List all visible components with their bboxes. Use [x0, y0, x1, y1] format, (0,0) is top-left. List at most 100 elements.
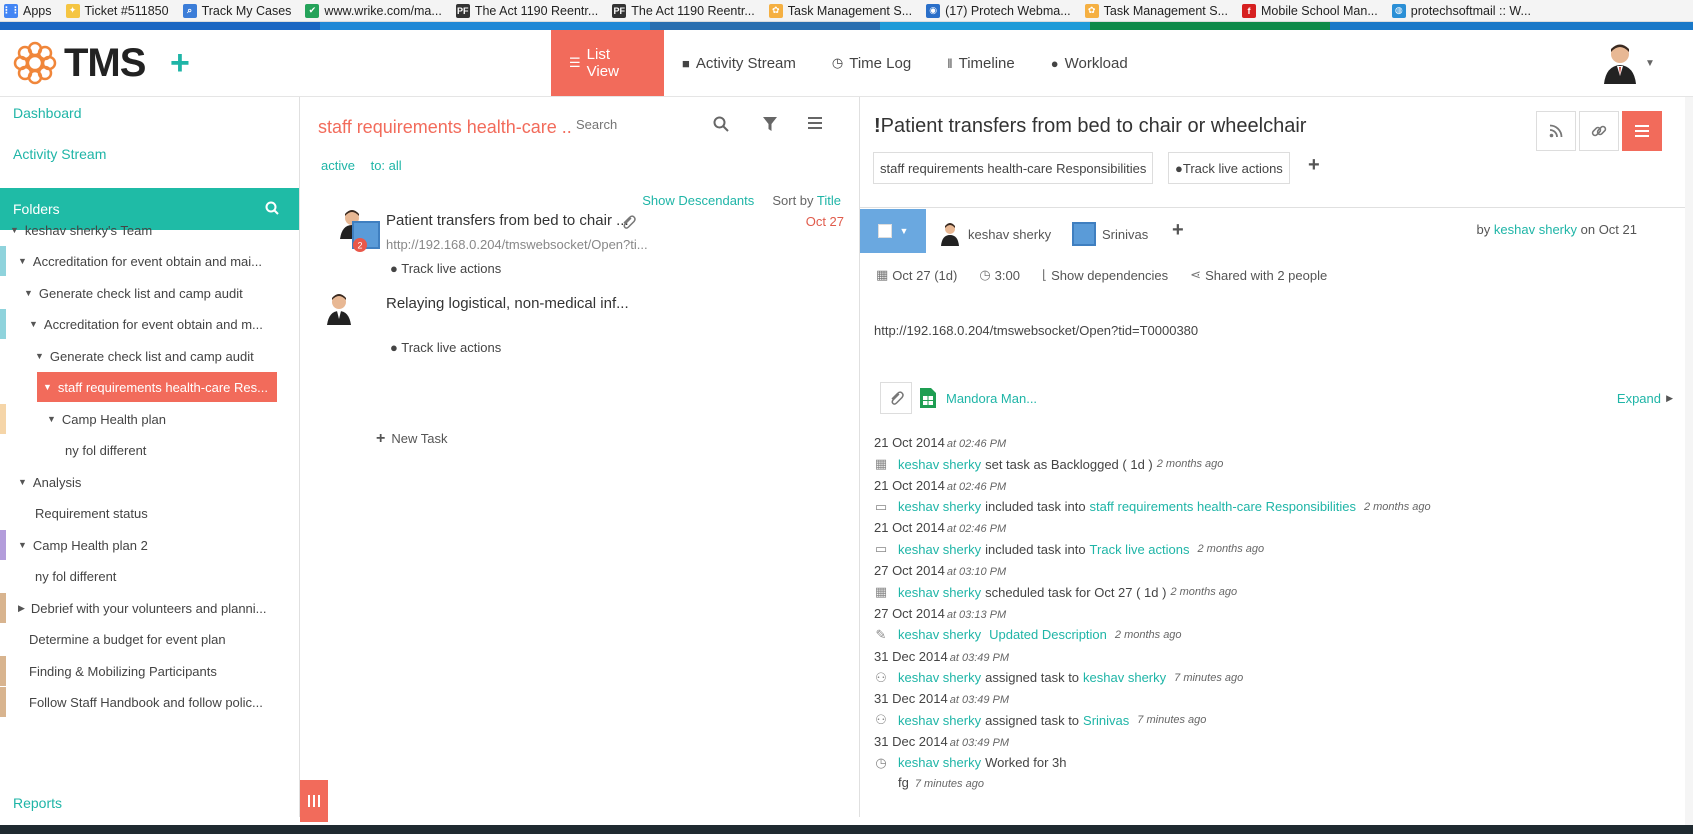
add-assignee-button[interactable]: +: [1172, 219, 1184, 242]
task-detail-title[interactable]: !Patient transfers from bed to chair or …: [874, 115, 1306, 138]
folder-tree-item-selected[interactable]: ▼ staff requirements health-care Res...: [37, 372, 277, 402]
expand-link[interactable]: Expand: [1617, 391, 1661, 406]
bookmark-item[interactable]: f Mobile School Man...: [1242, 3, 1378, 18]
activity-user-link[interactable]: keshav sherky: [898, 457, 981, 472]
bookmark-item[interactable]: ⋮⋮ Apps: [2, 3, 52, 18]
task-title[interactable]: Patient transfers from bed to chair ...: [386, 212, 629, 229]
project-tag-chip[interactable]: ● Track live actions: [1168, 152, 1290, 184]
caret-down-icon[interactable]: ▼: [47, 414, 56, 424]
chevron-down-icon[interactable]: ▼: [1645, 58, 1655, 69]
activity-user-link[interactable]: keshav sherky: [898, 627, 981, 642]
list-title[interactable]: staff requirements health-care ..: [318, 117, 572, 138]
folder-tree-item[interactable]: ▼ Analysis: [18, 467, 81, 497]
sidebar-reports-link[interactable]: Reports: [13, 795, 62, 811]
bookmark-item[interactable]: ◍ protechsoftmail :: W...: [1391, 3, 1531, 18]
caret-down-icon[interactable]: ▼: [18, 477, 27, 487]
activity-user-link[interactable]: keshav sherky: [898, 499, 981, 514]
bookmark-item[interactable]: ✔ www.wrike.com/ma...: [305, 3, 442, 18]
new-task-button[interactable]: + New Task: [376, 430, 447, 448]
show-descendants-link[interactable]: Show Descendants: [642, 193, 754, 208]
caret-right-icon[interactable]: ▶: [18, 603, 25, 614]
activity-user-link[interactable]: keshav sherky: [898, 542, 981, 557]
folder-tree-item[interactable]: Follow Staff Handbook and follow polic..…: [29, 687, 263, 717]
created-by-user[interactable]: keshav sherky: [1494, 222, 1577, 237]
nav-timeline[interactable]: ‖ Timeline: [929, 30, 1033, 96]
bookmark-item[interactable]: ✿ Task Management S...: [1084, 3, 1228, 18]
task-row[interactable]: Relaying logistical, non-medical inf... …: [308, 293, 860, 373]
caret-down-icon[interactable]: ▼: [29, 319, 38, 329]
folder-tree-item[interactable]: Requirement status: [35, 498, 148, 528]
bookmark-item[interactable]: ✿ Task Management S...: [768, 3, 912, 18]
folder-tree-item[interactable]: ▼ Accreditation for event obtain and mai.…: [18, 246, 262, 276]
folder-tree-item[interactable]: Finding & Mobilizing Participants: [29, 656, 217, 686]
sidebar-dashboard-link[interactable]: Dashboard: [13, 105, 82, 121]
nav-list-view[interactable]: ☰ List View: [551, 30, 664, 96]
caret-down-icon[interactable]: ▼: [18, 256, 27, 266]
filter-active-tag[interactable]: active: [321, 158, 355, 173]
menu-icon[interactable]: [808, 116, 822, 130]
filter-to-tag[interactable]: to: all: [371, 158, 402, 173]
attachment-file[interactable]: Mandora Man...: [920, 388, 1037, 408]
folder-tree-item[interactable]: ▼ Accreditation for event obtain and m...: [29, 309, 263, 339]
add-new-button[interactable]: +: [170, 46, 190, 80]
caret-down-icon[interactable]: ▼: [43, 382, 52, 392]
activity-user-link[interactable]: keshav sherky: [898, 755, 981, 770]
search-input[interactable]: [576, 117, 696, 132]
caret-down-icon[interactable]: ▼: [35, 351, 44, 361]
bookmark-item[interactable]: PF The Act 1190 Reentr...: [612, 3, 755, 18]
show-dependencies-link[interactable]: ⌊ Show dependencies: [1042, 267, 1168, 283]
activity-target-link[interactable]: staff requirements health-care Responsib…: [1090, 499, 1356, 514]
add-tag-button[interactable]: +: [1308, 154, 1320, 177]
activity-target-link[interactable]: keshav sherky: [1083, 670, 1166, 685]
folder-tree-item[interactable]: ny fol different: [35, 561, 116, 591]
sort-field-link[interactable]: Title: [817, 193, 841, 208]
activity-user-link[interactable]: keshav sherky: [898, 670, 981, 685]
folder-tree-item[interactable]: Determine a budget for event plan: [29, 624, 226, 654]
folder-tree-item[interactable]: ny fol different: [65, 435, 146, 465]
caret-down-icon[interactable]: ▼: [24, 288, 33, 298]
search-icon[interactable]: [713, 116, 729, 132]
folder-tree-item[interactable]: ▼ Camp Health plan: [47, 404, 166, 434]
time-estimate-field[interactable]: ◷ 3:00: [979, 267, 1020, 283]
attach-button[interactable]: [880, 382, 912, 414]
task-description[interactable]: http://192.168.0.204/tmswebsocket/Open?t…: [874, 323, 1198, 338]
nav-time-log[interactable]: ◷ Time Log: [814, 30, 929, 96]
folder-tree-item[interactable]: ▼ keshav sherky's Team: [10, 215, 152, 245]
bookmark-item[interactable]: ⌕ Track My Cases: [182, 3, 291, 18]
task-title[interactable]: Relaying logistical, non-medical inf...: [386, 295, 629, 312]
activity-user-link[interactable]: keshav sherky: [898, 585, 981, 600]
assignee-srinivas[interactable]: Srinivas: [1072, 222, 1148, 246]
caret-right-icon[interactable]: ▶: [1666, 393, 1673, 404]
activity-user-link[interactable]: keshav sherky: [898, 713, 981, 728]
search-icon[interactable]: [265, 201, 279, 215]
task-row[interactable]: 2 Patient transfers from bed to chair ..…: [308, 209, 860, 289]
folder-tree-item[interactable]: ▼ Generate check list and camp audit: [35, 341, 254, 371]
activity-target-link[interactable]: Srinivas: [1083, 713, 1129, 728]
status-dropdown[interactable]: ▼: [860, 209, 926, 253]
rss-button[interactable]: [1536, 111, 1576, 151]
shared-with-link[interactable]: ⋖ Shared with 2 people: [1190, 267, 1327, 283]
folder-label: Debrief with your volunteers and planni.…: [30, 600, 267, 616]
due-date-field[interactable]: ▦ Oct 27 (1d): [876, 267, 957, 283]
filter-icon[interactable]: [763, 116, 777, 132]
task-menu-button[interactable]: [1622, 111, 1662, 151]
app-logo[interactable]: TMS: [10, 38, 146, 88]
nav-activity-stream[interactable]: ■ Activity Stream: [664, 30, 814, 96]
bookmark-item[interactable]: ◉ (17) Protech Webma...: [926, 3, 1071, 18]
folder-tree-item[interactable]: ▶ Debrief with your volunteers and planni…: [18, 593, 267, 623]
bookmark-item[interactable]: ✦ Ticket #511850: [65, 3, 169, 18]
folder-tree-item[interactable]: ▼ Generate check list and camp audit: [24, 278, 243, 308]
nav-workload[interactable]: ● Workload: [1033, 30, 1146, 96]
link-button[interactable]: [1579, 111, 1619, 151]
caret-down-icon[interactable]: ▼: [10, 225, 19, 235]
activity-target-link[interactable]: Track live actions: [1090, 542, 1190, 557]
activity-target-link[interactable]: Updated Description: [989, 627, 1107, 642]
scrollbar[interactable]: [1685, 97, 1693, 825]
user-avatar[interactable]: [1602, 42, 1638, 84]
folder-tag-chip[interactable]: staff requirements health-care Responsib…: [873, 152, 1154, 184]
folder-tree-item[interactable]: ▼ Camp Health plan 2: [18, 530, 148, 560]
bookmark-item[interactable]: PF The Act 1190 Reentr...: [455, 3, 598, 18]
assignee-keshav[interactable]: keshav sherky: [940, 222, 1051, 246]
caret-down-icon[interactable]: ▼: [18, 540, 27, 550]
sidebar-activity-stream-link[interactable]: Activity Stream: [13, 146, 106, 162]
